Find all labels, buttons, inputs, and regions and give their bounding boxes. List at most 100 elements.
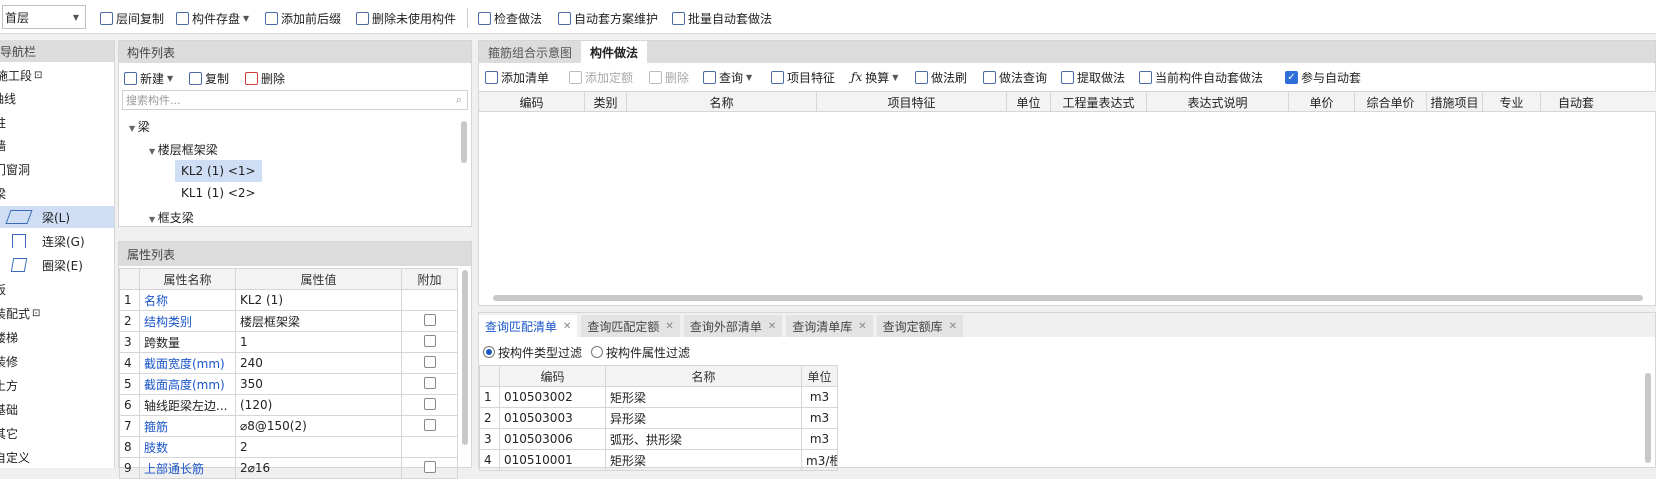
add-list-button[interactable]: 添加清单: [485, 67, 549, 87]
query-button[interactable]: 查询 ▼: [703, 67, 752, 87]
checkbox[interactable]: [423, 418, 436, 431]
nav-item-link-beam[interactable]: 连梁(G): [0, 230, 114, 252]
checkbox[interactable]: [423, 460, 436, 473]
tab-match-list[interactable]: 查询匹配清单 ✕: [479, 315, 578, 337]
new-icon: [124, 71, 137, 85]
nav-item-other[interactable]: 其它: [0, 422, 108, 444]
horizontal-scrollbar[interactable]: [493, 295, 1643, 301]
tree-node-kl1[interactable]: KL1 (1) <2>: [181, 186, 256, 200]
tab-quota-library[interactable]: 查询定额库 ✕: [876, 315, 964, 337]
table-row[interactable]: 3 010503006 弧形、拱形梁 m3: [479, 428, 838, 450]
table-row[interactable]: 1 名称 KL2 (1): [119, 289, 458, 311]
column-header[interactable]: 工程量表达式: [1051, 92, 1147, 112]
tree-node-kl2[interactable]: KL2 (1) <1>: [175, 160, 262, 182]
close-icon[interactable]: ✕: [563, 321, 571, 332]
method-brush-button[interactable]: 做法刷: [915, 67, 967, 87]
copy-component-button[interactable]: 复制: [189, 69, 229, 87]
column-header[interactable]: 专业: [1483, 92, 1541, 112]
checkbox[interactable]: [423, 397, 436, 410]
checkbox[interactable]: [423, 313, 436, 326]
nav-item-decoration[interactable]: 装修: [0, 350, 108, 372]
column-header[interactable]: 单位: [1007, 92, 1051, 112]
auto-plan-button[interactable]: 自动套方案维护: [558, 9, 658, 27]
tab-external-list[interactable]: 查询外部清单 ✕: [683, 315, 783, 337]
delete-method-button[interactable]: 删除: [649, 67, 689, 87]
nav-item-door-window[interactable]: 门窗洞: [0, 158, 108, 180]
nav-item-construction-stage[interactable]: 施工段 ⊡: [0, 64, 110, 86]
tree-scrollbar[interactable]: [461, 121, 467, 163]
auto-apply-current-button[interactable]: 当前构件自动套做法: [1139, 67, 1263, 87]
nav-item-beam[interactable]: 梁: [0, 182, 108, 204]
table-row[interactable]: 5 截面高度(mm) 350: [119, 373, 458, 395]
tab-component-method[interactable]: 构件做法: [581, 41, 648, 63]
column-header[interactable]: 单价: [1289, 92, 1355, 112]
nav-item-earthwork[interactable]: 土方: [0, 374, 108, 396]
add-quota-button[interactable]: 添加定额: [569, 67, 633, 87]
new-component-button[interactable]: 新建 ▼: [124, 69, 173, 87]
filter-by-property-radio[interactable]: 按构件属性过滤: [591, 343, 690, 361]
close-icon[interactable]: ✕: [858, 321, 866, 332]
batch-auto-button[interactable]: 批量自动套做法: [672, 9, 772, 27]
close-icon[interactable]: ✕: [768, 321, 776, 332]
tree-node-beam[interactable]: ▼ 梁: [129, 118, 150, 135]
column-header[interactable]: 措施项目: [1427, 92, 1483, 112]
nav-item-prefab[interactable]: 装配式 ⊡: [0, 302, 108, 324]
column-header[interactable]: 编码: [479, 92, 585, 112]
column-header[interactable]: 自动套: [1541, 92, 1611, 112]
tab-list-library[interactable]: 查询清单库 ✕: [786, 315, 873, 337]
floor-selector[interactable]: 首层 ▼: [2, 5, 86, 29]
extract-method-button[interactable]: 提取做法: [1061, 67, 1125, 87]
nav-item-foundation[interactable]: 基础: [0, 398, 108, 420]
delete-unused-button[interactable]: 删除未使用构件: [356, 9, 456, 27]
table-row[interactable]: 4 截面宽度(mm) 240: [119, 352, 458, 374]
table-row[interactable]: 8 肢数 2: [119, 436, 458, 458]
table-row[interactable]: 3 跨数量 1: [119, 331, 458, 353]
close-icon[interactable]: ✕: [665, 321, 673, 332]
query-scrollbar[interactable]: [1645, 373, 1651, 463]
column-header[interactable]: 综合单价: [1355, 92, 1427, 112]
floor-copy-button[interactable]: 层间复制: [100, 9, 164, 27]
nav-item-ring-beam[interactable]: 圈梁(E): [0, 254, 114, 276]
nav-item-column[interactable]: 柱: [0, 111, 108, 133]
table-row[interactable]: 2 010503003 异形梁 m3: [479, 407, 838, 429]
nav-item-stairs[interactable]: 楼梯: [0, 326, 108, 348]
table-row[interactable]: 2 结构类别 楼层框架梁: [119, 310, 458, 332]
auto-apply-icon: [1139, 70, 1152, 84]
checkbox[interactable]: [423, 376, 436, 389]
delete-component-button[interactable]: 删除: [245, 69, 285, 87]
nav-item-custom[interactable]: 自定义: [0, 446, 108, 468]
filter-by-type-radio[interactable]: 按构件类型过滤: [483, 343, 582, 361]
property-scrollbar[interactable]: [462, 270, 468, 445]
save-component-button[interactable]: 构件存盘 ▼: [176, 9, 249, 27]
nav-item-axis[interactable]: 轴线: [0, 87, 106, 109]
check-method-button[interactable]: 检查做法: [478, 9, 542, 27]
column-header[interactable]: 类别: [585, 92, 627, 112]
query-result-table: 编码 名称 单位 1 010503002 矩形梁 m3 2 010503003 异形梁 m3 3…: [479, 365, 838, 471]
nav-item-wall[interactable]: 墙: [0, 134, 108, 156]
table-row[interactable]: 6 轴线距梁左边... (120): [119, 394, 458, 416]
method-tabs: 箍筋组合示意图 构件做法: [479, 41, 1655, 63]
column-header[interactable]: 名称: [627, 92, 817, 112]
method-query-button[interactable]: 做法查询: [983, 67, 1047, 87]
nav-item-beam-l[interactable]: 梁(L): [0, 206, 114, 228]
checkbox[interactable]: [423, 355, 436, 368]
table-row[interactable]: 7 箍筋 ⌀8@150(2): [119, 415, 458, 437]
table-row[interactable]: 4010510001矩形梁m3/根: [479, 449, 838, 471]
item-feature-button[interactable]: 项目特征: [771, 67, 835, 87]
component-search-input[interactable]: 搜索构件... ⌕: [122, 90, 468, 110]
table-row[interactable]: 1 010503002 矩形梁 m3: [479, 386, 838, 408]
participate-auto-checkbox[interactable]: ✓ 参与自动套: [1285, 67, 1361, 87]
column-header[interactable]: 项目特征: [817, 92, 1007, 112]
table-row[interactable]: 9 上部通长筋 2⌀16: [119, 457, 458, 479]
tab-stirrup-diagram[interactable]: 箍筋组合示意图: [479, 41, 581, 63]
tree-node-frame-beam[interactable]: ▼ 楼层框架梁: [149, 141, 218, 158]
tree-node-transfer-beam[interactable]: ▼ 框支梁: [149, 209, 194, 226]
beam-icon: [5, 210, 33, 224]
nav-item-slab[interactable]: 板: [0, 278, 108, 300]
checkbox[interactable]: [423, 334, 436, 347]
add-affix-button[interactable]: 添加前后缀: [265, 9, 341, 27]
convert-button[interactable]: ƒx 换算 ▼: [851, 67, 898, 87]
tab-match-quota[interactable]: 查询匹配定额 ✕: [581, 315, 680, 337]
close-icon[interactable]: ✕: [949, 321, 957, 332]
column-header[interactable]: 表达式说明: [1147, 92, 1289, 112]
